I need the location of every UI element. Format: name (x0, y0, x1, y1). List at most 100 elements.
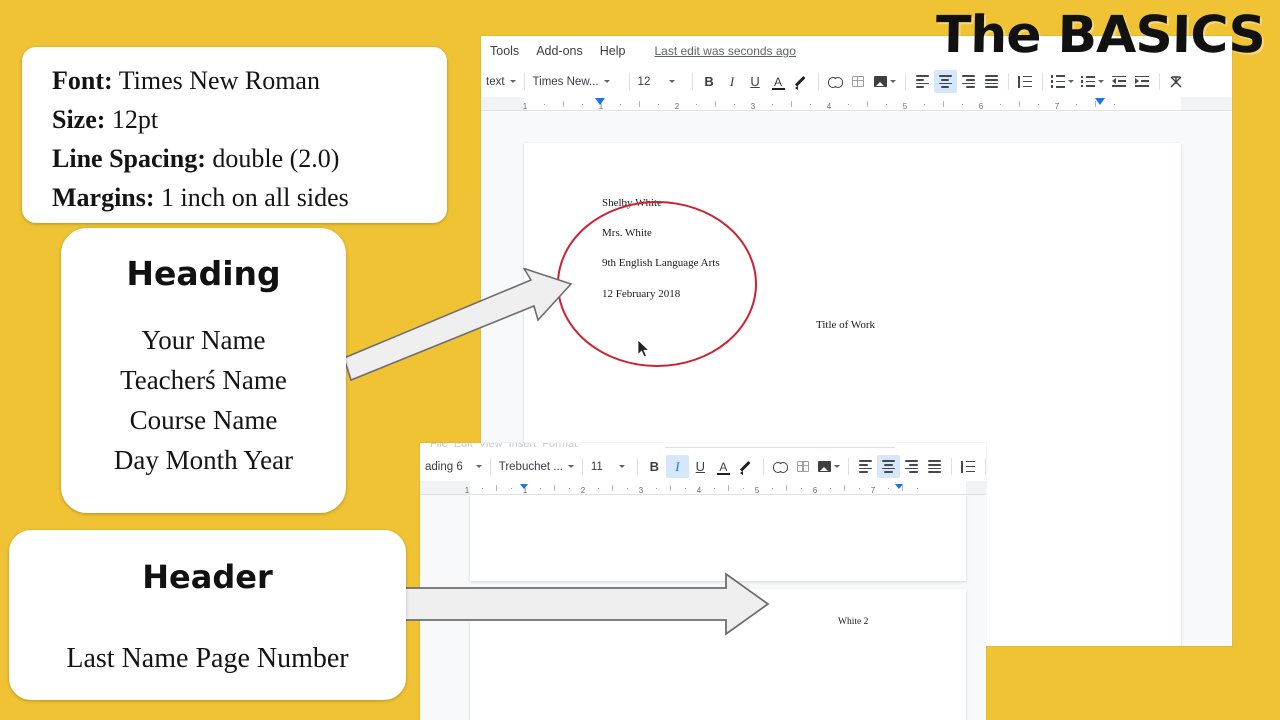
font-size-dropdown[interactable]: 11 (588, 456, 632, 478)
bold-button[interactable]: B (643, 455, 666, 478)
line-spacing-button[interactable] (1014, 70, 1037, 93)
basics-label-margins: Margins: (52, 183, 155, 212)
decrease-indent-button[interactable] (1108, 70, 1131, 93)
align-right-button[interactable] (957, 70, 980, 93)
basics-line-spacing: Line Spacing: double (2.0) (52, 139, 445, 178)
highlight-color-button[interactable] (735, 455, 758, 478)
toolbar-divider (904, 73, 906, 90)
align-right-button[interactable] (900, 455, 923, 478)
ruler-tick-label: 7 (1054, 102, 1060, 111)
highlight-color-button[interactable] (790, 70, 813, 93)
ruler-minor-tick (563, 101, 564, 107)
insert-link-button[interactable] (769, 455, 792, 478)
ruler-minor-tick (544, 103, 546, 105)
paragraph-style-dropdown[interactable]: text (483, 71, 519, 93)
ruler-minor-tick (810, 103, 812, 105)
ruler-indent-marker[interactable] (595, 98, 605, 105)
header-card-title: Header (142, 558, 273, 596)
basics-value-font: Times New Roman (118, 66, 320, 95)
menu-item-addons[interactable]: Add-ons (536, 44, 583, 58)
italic-button[interactable]: I (665, 455, 689, 478)
ruler-indent-marker[interactable] (520, 484, 528, 489)
text-color-button[interactable]: A (767, 70, 790, 93)
slide-canvas: Tools Add-ons Help Last edit was seconds… (0, 0, 1280, 720)
align-center-button[interactable] (933, 70, 957, 93)
ruler-minor-tick (713, 487, 715, 489)
ruler-indent-marker[interactable] (895, 484, 903, 489)
insert-link-button[interactable] (824, 70, 847, 93)
menu-item-help[interactable]: Help (600, 44, 626, 58)
underline-button[interactable]: U (689, 455, 712, 478)
ruler-minor-tick (800, 487, 802, 489)
line-spacing-button[interactable] (957, 455, 980, 478)
text-color-letter: A (774, 74, 783, 89)
align-left-button[interactable] (911, 70, 934, 93)
insert-comment-button[interactable] (847, 70, 870, 93)
heading-block-annotation-ellipse (557, 201, 757, 367)
mouse-cursor-icon (637, 339, 650, 358)
ruler-tick-label: 2 (580, 486, 586, 495)
toolbar-divider (628, 73, 630, 90)
underline-button[interactable]: U (744, 70, 767, 93)
basics-line-margins: Margins: 1 inch on all sides (52, 178, 445, 217)
ruler-minor-tick (684, 487, 686, 489)
basics-value-spacing: double (2.0) (212, 144, 340, 173)
align-justify-button[interactable] (980, 70, 1003, 93)
increase-indent-button[interactable] (1131, 70, 1154, 93)
ruler-minor-tick (916, 487, 918, 489)
ruler-minor-tick (867, 101, 868, 107)
toolbar-divider (1007, 73, 1009, 90)
paragraph-style-value: text (486, 75, 505, 88)
text-color-button[interactable]: A (712, 455, 735, 478)
heading-card-line-1: Your Name (141, 325, 266, 355)
image-icon (817, 461, 831, 472)
menu-item-tools[interactable]: Tools (490, 44, 519, 58)
ruler-indent-marker[interactable] (1095, 98, 1105, 105)
chevron-down-icon (669, 80, 676, 83)
heading-card-line-4: Day Month Year (113, 445, 294, 475)
ruler-minor-tick (771, 487, 773, 489)
highlight-pen-icon (795, 76, 807, 90)
doc2-cut-menubar: File Edit View Insert Format (420, 443, 986, 452)
ruler-minor-tick (612, 485, 613, 491)
chevron-down-icon (509, 80, 516, 83)
doc1-ruler[interactable]: 11234567 (481, 97, 1232, 111)
toolbar-divider (636, 458, 638, 475)
align-center-button[interactable] (876, 455, 900, 478)
insert-image-button[interactable] (870, 70, 900, 93)
paragraph-style-dropdown[interactable]: ading 6 (422, 456, 485, 478)
ruler-minor-tick (1019, 101, 1020, 107)
ruler-minor-tick (943, 101, 944, 107)
ruler-tick-label: 1 (464, 486, 470, 495)
toolbar-divider (762, 458, 764, 475)
ruler-minor-tick (715, 101, 716, 107)
ruler-minor-tick (554, 485, 555, 491)
ruler-minor-tick (481, 487, 483, 489)
insert-image-button[interactable] (815, 455, 843, 478)
bold-button[interactable]: B (698, 70, 721, 93)
clear-formatting-button[interactable] (1165, 70, 1188, 93)
bulleted-list-button[interactable] (1078, 70, 1108, 93)
ruler-minor-tick (786, 485, 787, 491)
chevron-down-icon (603, 80, 610, 83)
basics-line-font: Font: Times New Roman (52, 61, 445, 100)
font-size-dropdown[interactable]: 12 (635, 71, 687, 93)
last-edit-status[interactable]: Last edit was seconds ago (654, 44, 795, 58)
chevron-down-icon (1098, 80, 1105, 83)
ruler-minor-tick (620, 103, 622, 105)
doc2-ruler[interactable]: 11234567 (420, 481, 986, 495)
align-justify-icon (927, 460, 941, 473)
italic-button[interactable]: I (721, 70, 744, 93)
ruler-minor-tick (1114, 103, 1116, 105)
chevron-down-icon (833, 465, 840, 468)
ruler-minor-tick (844, 485, 845, 491)
align-right-icon (961, 75, 975, 88)
align-justify-button[interactable] (923, 455, 946, 478)
align-left-button[interactable] (854, 455, 877, 478)
font-family-dropdown[interactable]: Trebuchet ... (496, 456, 577, 478)
font-family-dropdown[interactable]: Times New... (530, 71, 624, 93)
image-icon (873, 76, 887, 87)
numbered-list-button[interactable] (1048, 70, 1078, 93)
ruler-minor-tick (791, 101, 792, 107)
insert-comment-button[interactable] (792, 455, 815, 478)
